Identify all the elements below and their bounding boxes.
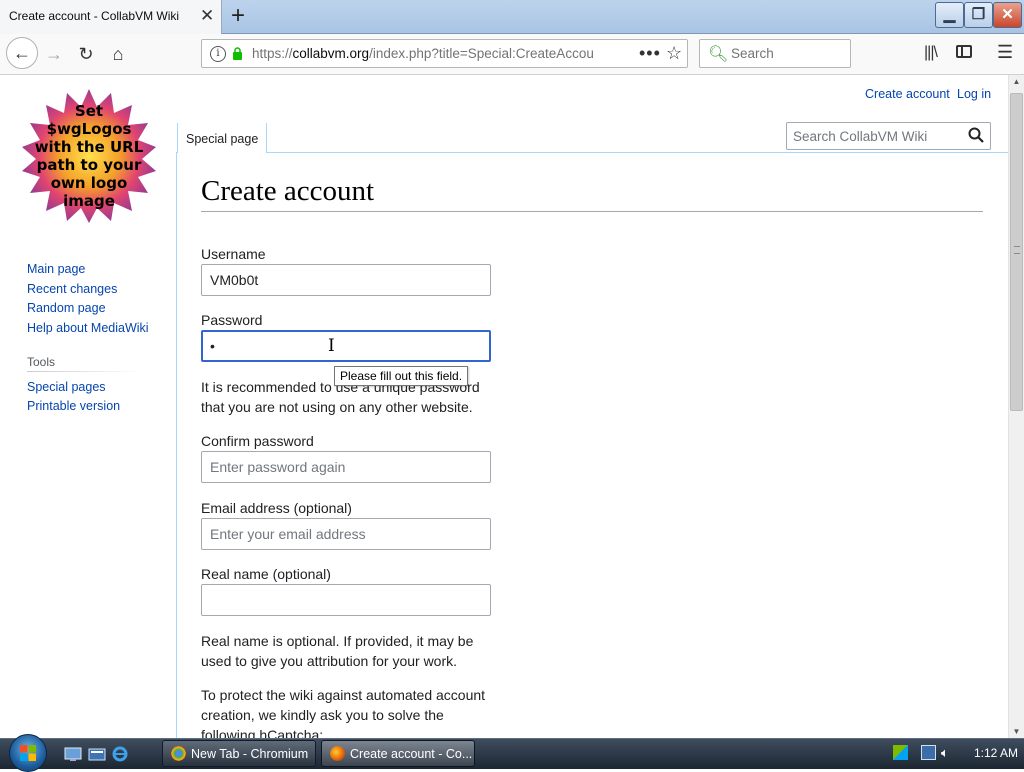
reload-icon[interactable]: ↻ [72, 41, 100, 67]
svg-text:$wgLogos: $wgLogos [47, 120, 132, 138]
sidebar-item-special-pages[interactable]: Special pages [27, 380, 106, 394]
text-cursor-icon: I [328, 336, 335, 356]
username-label: Username [201, 246, 266, 262]
taskbar: New Tab - Chromium Create account - Co..… [0, 734, 1024, 772]
title-divider [201, 211, 983, 212]
volume-muted-icon[interactable]: 🔈︎ [941, 745, 956, 760]
tools-heading: Tools [27, 355, 56, 369]
search-icon[interactable] [967, 126, 985, 144]
create-account-link[interactable]: Create account [865, 87, 950, 101]
scrollbar-thumb[interactable] [1010, 93, 1023, 411]
url-path: /index.php?title=Special:CreateAccou [369, 46, 594, 61]
taskbar-item-label: Create account - Co... [350, 747, 473, 761]
start-button[interactable] [9, 734, 47, 772]
validation-tooltip: Please fill out this field. [334, 366, 469, 386]
wiki-search-placeholder: Search CollabVM Wiki [793, 129, 928, 144]
scroll-up-arrow-icon[interactable]: ▲ [1009, 77, 1024, 86]
wiki-logo[interactable]: Set $wgLogos with the URL path to your o… [20, 87, 158, 225]
real-name-hint: Real name is optional. If provided, it m… [201, 633, 474, 669]
sidebar-icon[interactable] [956, 45, 972, 58]
lock-icon [233, 47, 242, 60]
sidebar-navigation: Set $wgLogos with the URL path to your o… [0, 75, 176, 738]
email-field[interactable] [201, 518, 491, 550]
chromium-icon [171, 746, 186, 761]
captcha-instructions: To protect the wiki against automated ac… [201, 687, 486, 738]
sidebar-item-recent-changes[interactable]: Recent changes [27, 282, 117, 296]
url-prefix: https:// [252, 46, 293, 61]
clock[interactable]: 1:12 AM [974, 746, 1018, 760]
navigation-toolbar: ← → ↻ ⌂ i https://collabvm.org/index.php… [0, 34, 1024, 75]
log-in-link[interactable]: Log in [957, 87, 991, 101]
password-field[interactable] [201, 330, 491, 362]
browser-tab-bar: Create account - CollabVM Wiki ✕ + ▁ ❐ ✕ [0, 0, 1024, 34]
confirm-password-label: Confirm password [201, 433, 314, 449]
library-icon[interactable]: |||\ [924, 44, 938, 62]
hamburger-menu-icon[interactable]: ☰ [997, 42, 1013, 63]
taskbar-item-label: New Tab - Chromium [191, 747, 309, 761]
browser-search-placeholder: Search [731, 46, 774, 61]
maximize-button[interactable]: ❐ [964, 2, 993, 28]
windows-logo-icon [20, 745, 36, 761]
taskbar-item-chromium[interactable]: New Tab - Chromium [162, 740, 316, 767]
firefox-icon [330, 746, 345, 761]
svg-text:Set: Set [75, 102, 103, 120]
address-bar[interactable]: i https://collabvm.org/index.php?title=S… [201, 39, 688, 68]
info-icon[interactable]: i [210, 46, 226, 62]
home-icon[interactable]: ⌂ [104, 41, 132, 67]
svg-text:own logo: own logo [51, 174, 128, 192]
content-border-left [176, 152, 177, 738]
url-text[interactable]: https://collabvm.org/index.php?title=Spe… [252, 46, 602, 61]
scroll-down-arrow-icon[interactable]: ▼ [1009, 727, 1024, 736]
bookmark-star-icon[interactable]: ☆ [666, 43, 682, 64]
show-desktop-icon[interactable] [64, 745, 82, 763]
tab-title: Create account - CollabVM Wiki [9, 9, 180, 23]
file-explorer-icon[interactable] [88, 745, 106, 763]
svg-text:path to your: path to your [37, 156, 142, 174]
sidebar-item-random-page[interactable]: Random page [27, 301, 106, 315]
tab-label: Special page [186, 132, 259, 146]
svg-text:image: image [63, 192, 115, 210]
tools-divider [27, 371, 144, 372]
tab-special-page[interactable]: Special page [177, 123, 267, 153]
network-icon[interactable] [921, 745, 936, 760]
page-scrollbar[interactable]: ▲ ▼ [1008, 75, 1024, 738]
taskbar-item-firefox[interactable]: Create account - Co... [321, 740, 475, 767]
tab-close-icon[interactable]: ✕ [200, 6, 214, 26]
email-label: Email address (optional) [201, 500, 352, 516]
page-viewport: Set $wgLogos with the URL path to your o… [0, 75, 1008, 738]
internet-explorer-icon[interactable] [111, 745, 129, 763]
browser-tab[interactable]: Create account - CollabVM Wiki ✕ [0, 0, 222, 34]
back-arrow-icon[interactable]: ← [6, 37, 38, 69]
close-window-button[interactable]: ✕ [993, 2, 1022, 28]
username-field[interactable] [201, 264, 491, 296]
real-name-label: Real name (optional) [201, 566, 331, 582]
sidebar-item-main-page[interactable]: Main page [27, 262, 85, 276]
url-host: collabvm.org [292, 46, 370, 61]
scrollbar-grip [1014, 246, 1020, 254]
content-border [267, 152, 1008, 153]
page-actions-icon[interactable]: ••• [639, 43, 661, 64]
sidebar-item-help[interactable]: Help about MediaWiki [27, 321, 149, 335]
sidebar-item-printable-version[interactable]: Printable version [27, 399, 120, 413]
real-name-field[interactable] [201, 584, 491, 616]
wiki-search-input[interactable]: Search CollabVM Wiki [786, 122, 991, 150]
forward-arrow-icon[interactable]: → [40, 41, 68, 67]
confirm-password-field[interactable] [201, 451, 491, 483]
minimize-button[interactable]: ▁ [935, 2, 964, 28]
search-engine-icon: 🔍︎ [708, 46, 729, 63]
browser-search-box[interactable]: 🔍︎ Search [699, 39, 851, 68]
password-label: Password [201, 312, 263, 328]
action-center-icon[interactable] [893, 745, 908, 760]
new-tab-icon[interactable]: + [231, 2, 245, 30]
page-title: Create account [201, 175, 375, 207]
svg-text:with the URL: with the URL [35, 138, 144, 156]
